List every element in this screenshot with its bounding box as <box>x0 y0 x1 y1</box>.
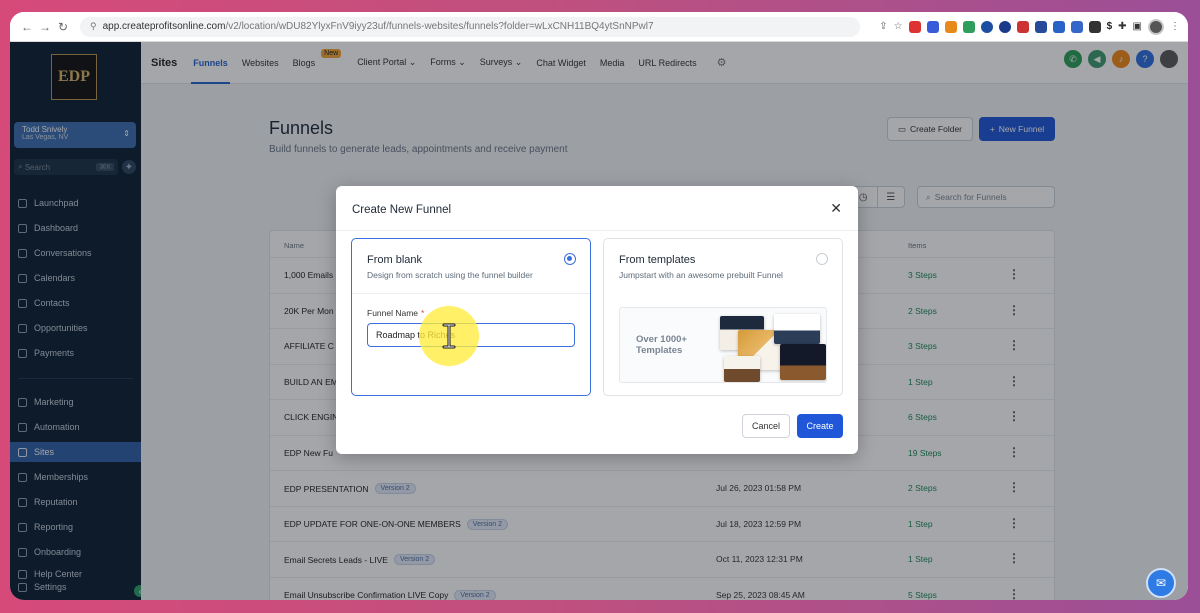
funnel-name-label: Funnel Name * <box>367 308 424 318</box>
template-thumbnail <box>724 356 760 382</box>
dialog-divider <box>336 230 858 231</box>
from-blank-description: Design from scratch using the funnel bui… <box>367 270 533 280</box>
text-cursor-icon <box>442 323 456 349</box>
from-blank-title: From blank <box>367 254 423 266</box>
from-templates-title: From templates <box>619 254 696 266</box>
from-blank-radio[interactable] <box>564 253 576 265</box>
create-funnel-dialog: Create New Funnel ✕ From blank Design fr… <box>336 186 858 454</box>
cancel-button[interactable]: Cancel <box>742 414 790 438</box>
url-host: app.createprofitsonline.com <box>102 21 226 32</box>
reload-icon[interactable]: ↻ <box>54 20 72 34</box>
extension-icon[interactable] <box>944 20 957 33</box>
share-icon[interactable]: ⇪ <box>879 21 887 32</box>
templates-preview-text: Over 1000+ Templates <box>636 334 706 356</box>
url-bar[interactable]: ⚲ app.createprofitsonline.com/v2/locatio… <box>80 16 860 37</box>
required-mark: * <box>421 308 425 318</box>
template-thumbnail <box>780 344 826 380</box>
templates-preview-label: Over 1000+ Templates <box>636 334 687 356</box>
funnel-name-label-text: Funnel Name <box>367 308 419 318</box>
browser-toolbar: ← → ↻ ⚲ app.createprofitsonline.com/v2/l… <box>10 12 1188 42</box>
extension-icon[interactable] <box>1070 20 1083 33</box>
from-templates-option[interactable]: From templates Jumpstart with an awesome… <box>603 238 843 396</box>
chat-support-icon[interactable]: ✉ <box>1146 568 1176 598</box>
profile-avatar[interactable] <box>1148 18 1164 35</box>
extension-icon[interactable] <box>1052 20 1065 33</box>
puzzle-icon[interactable]: ✚ <box>1118 21 1126 32</box>
menu-dots-icon[interactable]: ⋮ <box>1170 21 1180 32</box>
close-icon[interactable]: ✕ <box>830 200 842 217</box>
from-blank-option[interactable]: From blank Design from scratch using the… <box>351 238 591 396</box>
back-icon[interactable]: ← <box>18 20 36 34</box>
extension-icon[interactable] <box>926 20 939 33</box>
extension-icon[interactable] <box>1088 20 1101 33</box>
option-divider <box>352 293 590 294</box>
url-path: /v2/location/wDU82YlyxFnV9iyy23uf/funnel… <box>225 21 654 32</box>
template-thumbnail <box>774 314 820 344</box>
extension-icon[interactable] <box>980 20 993 33</box>
extension-icon[interactable] <box>1016 20 1029 33</box>
extension-icon[interactable] <box>962 20 975 33</box>
extension-icon[interactable] <box>998 20 1011 33</box>
from-templates-radio[interactable] <box>816 253 828 265</box>
dialog-title: Create New Funnel <box>352 204 452 216</box>
forward-icon[interactable]: → <box>36 20 54 34</box>
dollar-icon[interactable]: $ <box>1107 21 1113 32</box>
create-button[interactable]: Create <box>797 414 843 438</box>
extensions-bar: ⇪ ☆ $ ✚ ▣ ⋮ <box>879 18 1180 35</box>
extension-icon[interactable] <box>1034 20 1047 33</box>
app-frame: ← → ↻ ⚲ app.createprofitsonline.com/v2/l… <box>10 12 1188 600</box>
extension-icon[interactable] <box>908 20 921 33</box>
from-templates-description: Jumpstart with an awesome prebuilt Funne… <box>619 270 783 280</box>
sidepanel-icon[interactable]: ▣ <box>1133 21 1142 32</box>
site-info-icon[interactable]: ⚲ <box>90 21 97 32</box>
templates-preview: Over 1000+ Templates <box>619 307 827 383</box>
bookmark-star-icon[interactable]: ☆ <box>894 21 903 32</box>
